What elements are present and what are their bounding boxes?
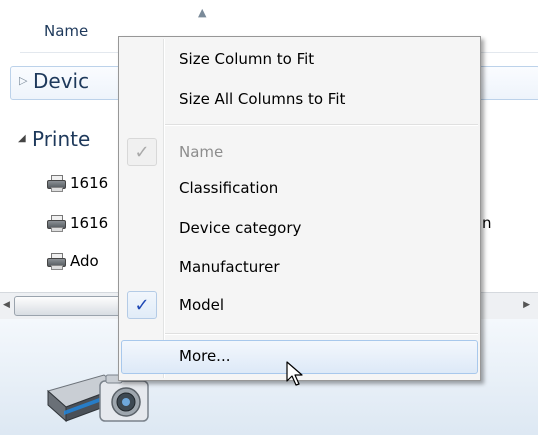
menu-item-label: Name bbox=[179, 143, 224, 161]
collapse-arrow-icon[interactable]: ◢ bbox=[18, 133, 26, 144]
list-item-label: 1616 bbox=[70, 174, 109, 192]
menu-separator bbox=[165, 333, 478, 335]
menu-separator bbox=[165, 124, 478, 126]
column-header-name[interactable]: Name bbox=[44, 22, 88, 40]
menu-item-label: Manufacturer bbox=[179, 258, 280, 276]
menu-item-label: Device category bbox=[179, 219, 302, 237]
scroll-left-icon[interactable]: ◀ bbox=[3, 300, 10, 310]
menu-item-size-all-columns-to-fit[interactable]: Size All Columns to Fit bbox=[121, 83, 478, 117]
menu-item-label: Size Column to Fit bbox=[179, 50, 315, 68]
explorer-window: Name ▲ ▷ Devic ◢ Printe 1616 1616 Ado n … bbox=[0, 0, 538, 435]
mouse-cursor-icon bbox=[286, 361, 303, 386]
menu-item-name: ✓ Name bbox=[121, 136, 478, 170]
printer-icon bbox=[46, 215, 66, 232]
checkmark-icon: ✓ bbox=[127, 291, 157, 319]
scroll-right-icon[interactable]: ▶ bbox=[523, 300, 530, 310]
group-label-printers: Printe bbox=[32, 127, 91, 151]
column-cell-partial: n bbox=[482, 214, 492, 232]
menu-item-label: Model bbox=[179, 296, 225, 314]
list-item-label: 1616 bbox=[70, 214, 109, 232]
menu-item-manufacturer[interactable]: Manufacturer bbox=[121, 251, 478, 285]
sort-ascending-icon: ▲ bbox=[198, 6, 207, 19]
checkmark-icon: ✓ bbox=[127, 138, 157, 166]
menu-item-classification[interactable]: Classification bbox=[121, 172, 478, 206]
group-label-devices: Devic bbox=[33, 69, 90, 93]
menu-item-model[interactable]: ✓ Model bbox=[121, 289, 478, 323]
menu-item-size-column-to-fit[interactable]: Size Column to Fit bbox=[121, 43, 478, 77]
expand-arrow-icon[interactable]: ▷ bbox=[19, 74, 27, 87]
list-item-label: Ado bbox=[70, 252, 99, 270]
fax-printer-icon bbox=[46, 175, 66, 192]
menu-item-label: Classification bbox=[179, 179, 279, 197]
menu-item-device-category[interactable]: Device category bbox=[121, 212, 478, 246]
menu-item-label: More... bbox=[179, 347, 231, 365]
menu-item-label: Size All Columns to Fit bbox=[179, 90, 346, 108]
printer-icon bbox=[46, 253, 66, 270]
column-context-menu: Size Column to Fit Size All Columns to F… bbox=[118, 36, 481, 381]
